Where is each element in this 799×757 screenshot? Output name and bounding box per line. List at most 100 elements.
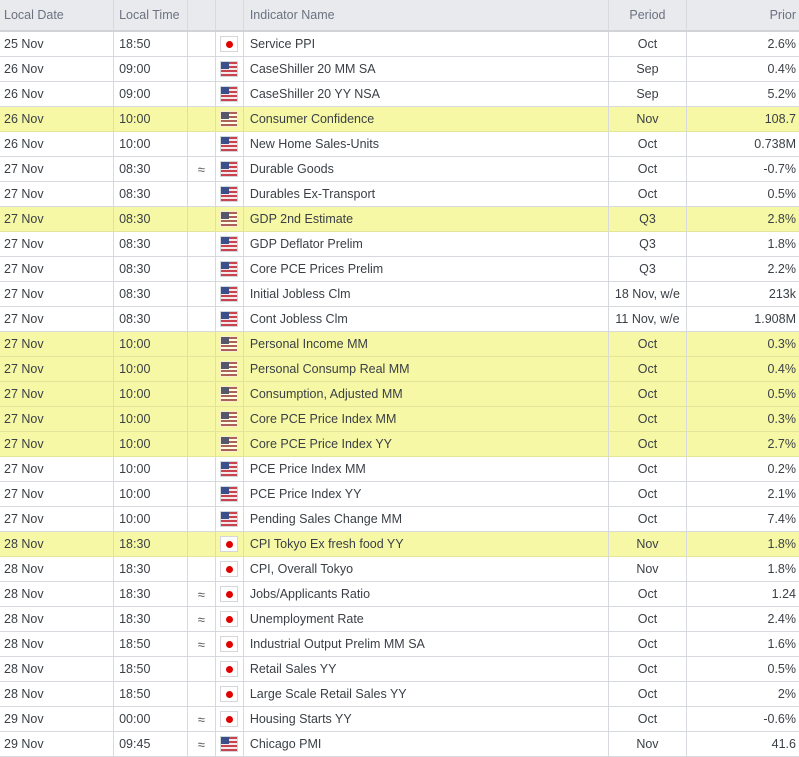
- prior-value-cell: 1.24: [686, 581, 799, 607]
- local-time-cell: 10:00: [113, 406, 188, 432]
- indicator-name-cell: Chicago PMI: [243, 731, 610, 757]
- us-flag-icon: [220, 361, 239, 377]
- table-row[interactable]: 27 Nov 08:30 Initial Jobless Clm 18 Nov,…: [0, 281, 799, 307]
- volatility-icon: [187, 556, 216, 582]
- period-cell: Oct: [608, 631, 687, 657]
- period-cell: Oct: [608, 681, 687, 707]
- country-cell: [215, 556, 244, 582]
- prior-value-cell: 0.2%: [686, 456, 799, 482]
- country-cell: [215, 356, 244, 382]
- country-cell: [215, 306, 244, 332]
- column-header-prior[interactable]: Prior: [686, 0, 799, 32]
- volatility-icon: ≈: [187, 156, 216, 182]
- indicator-name-cell: Core PCE Price Index MM: [243, 406, 610, 432]
- us-flag-icon: [220, 511, 239, 527]
- table-row[interactable]: 28 Nov 18:30 CPI, Overall Tokyo Nov 1.8%: [0, 556, 799, 582]
- table-row[interactable]: 28 Nov 18:30 CPI Tokyo Ex fresh food YY …: [0, 531, 799, 557]
- volatility-icon: ≈: [187, 731, 216, 757]
- prior-value-cell: 1.8%: [686, 531, 799, 557]
- table-row[interactable]: 27 Nov 10:00 Pending Sales Change MM Oct…: [0, 506, 799, 532]
- table-row[interactable]: 28 Nov 18:50 Retail Sales YY Oct 0.5%: [0, 656, 799, 682]
- table-row[interactable]: 28 Nov 18:30 ≈ Unemployment Rate Oct 2.4…: [0, 606, 799, 632]
- indicator-name-cell: GDP Deflator Prelim: [243, 231, 610, 257]
- local-time-cell: 10:00: [113, 431, 188, 457]
- country-cell: [215, 606, 244, 632]
- local-time-cell: 10:00: [113, 381, 188, 407]
- prior-value-cell: 0.738M: [686, 131, 799, 157]
- table-row[interactable]: 26 Nov 10:00 Consumer Confidence Nov 108…: [0, 106, 799, 132]
- table-row[interactable]: 26 Nov 10:00 New Home Sales-Units Oct 0.…: [0, 131, 799, 157]
- country-cell: [215, 506, 244, 532]
- local-time-cell: 18:30: [113, 581, 188, 607]
- period-cell: Oct: [608, 31, 687, 57]
- prior-value-cell: 2.6%: [686, 31, 799, 57]
- us-flag-icon: [220, 136, 239, 152]
- table-row[interactable]: 27 Nov 08:30 Durables Ex-Transport Oct 0…: [0, 181, 799, 207]
- country-cell: [215, 181, 244, 207]
- local-date-cell: 28 Nov: [0, 656, 115, 682]
- column-header-volatility: [187, 0, 216, 32]
- local-time-cell: 09:00: [113, 56, 188, 82]
- prior-value-cell: 213k: [686, 281, 799, 307]
- local-date-cell: 27 Nov: [0, 156, 115, 182]
- volatility-icon: [187, 331, 216, 357]
- column-header-local-time[interactable]: Local Time: [113, 0, 188, 32]
- japan-flag-icon: [220, 561, 239, 577]
- table-row[interactable]: 28 Nov 18:30 ≈ Jobs/Applicants Ratio Oct…: [0, 581, 799, 607]
- table-row[interactable]: 28 Nov 18:50 Large Scale Retail Sales YY…: [0, 681, 799, 707]
- japan-flag-icon: [220, 661, 239, 677]
- country-cell: [215, 381, 244, 407]
- local-date-cell: 27 Nov: [0, 281, 115, 307]
- country-cell: [215, 531, 244, 557]
- period-cell: 11 Nov, w/e: [608, 306, 687, 332]
- local-date-cell: 27 Nov: [0, 456, 115, 482]
- local-date-cell: 26 Nov: [0, 56, 115, 82]
- local-time-cell: 09:45: [113, 731, 188, 757]
- table-row[interactable]: 27 Nov 08:30 Core PCE Prices Prelim Q3 2…: [0, 256, 799, 282]
- table-row[interactable]: 27 Nov 10:00 Consumption, Adjusted MM Oc…: [0, 381, 799, 407]
- local-time-cell: 08:30: [113, 206, 188, 232]
- table-row[interactable]: 25 Nov 18:50 Service PPI Oct 2.6%: [0, 31, 799, 57]
- period-cell: Oct: [608, 331, 687, 357]
- indicator-name-cell: GDP 2nd Estimate: [243, 206, 610, 232]
- local-date-cell: 27 Nov: [0, 206, 115, 232]
- volatility-icon: [187, 306, 216, 332]
- local-time-cell: 08:30: [113, 231, 188, 257]
- column-header-local-date[interactable]: Local Date: [0, 0, 115, 32]
- column-header-indicator-name[interactable]: Indicator Name: [243, 0, 610, 32]
- volatility-icon: [187, 381, 216, 407]
- table-row[interactable]: 29 Nov 09:45 ≈ Chicago PMI Nov 41.6: [0, 731, 799, 757]
- volatility-icon: [187, 81, 216, 107]
- period-cell: Q3: [608, 256, 687, 282]
- table-row[interactable]: 28 Nov 18:50 ≈ Industrial Output Prelim …: [0, 631, 799, 657]
- table-row[interactable]: 27 Nov 08:30 Cont Jobless Clm 11 Nov, w/…: [0, 306, 799, 332]
- table-row[interactable]: 26 Nov 09:00 CaseShiller 20 MM SA Sep 0.…: [0, 56, 799, 82]
- table-row[interactable]: 27 Nov 08:30 GDP 2nd Estimate Q3 2.8%: [0, 206, 799, 232]
- indicator-name-cell: Service PPI: [243, 31, 610, 57]
- us-flag-icon: [220, 61, 239, 77]
- table-row[interactable]: 26 Nov 09:00 CaseShiller 20 YY NSA Sep 5…: [0, 81, 799, 107]
- column-header-period[interactable]: Period: [608, 0, 687, 32]
- table-row[interactable]: 27 Nov 10:00 Core PCE Price Index MM Oct…: [0, 406, 799, 432]
- table-row[interactable]: 27 Nov 08:30 ≈ Durable Goods Oct -0.7%: [0, 156, 799, 182]
- table-row[interactable]: 27 Nov 10:00 Personal Income MM Oct 0.3%: [0, 331, 799, 357]
- header-row: Local Date Local Time Indicator Name Per…: [0, 0, 799, 32]
- table-row[interactable]: 27 Nov 10:00 PCE Price Index MM Oct 0.2%: [0, 456, 799, 482]
- table-row[interactable]: 27 Nov 10:00 PCE Price Index YY Oct 2.1%: [0, 481, 799, 507]
- prior-value-cell: 0.5%: [686, 381, 799, 407]
- indicator-name-cell: Durable Goods: [243, 156, 610, 182]
- us-flag-icon: [220, 236, 239, 252]
- prior-value-cell: 0.3%: [686, 406, 799, 432]
- local-time-cell: 08:30: [113, 281, 188, 307]
- table-row[interactable]: 27 Nov 08:30 GDP Deflator Prelim Q3 1.8%: [0, 231, 799, 257]
- table-row[interactable]: 29 Nov 00:00 ≈ Housing Starts YY Oct -0.…: [0, 706, 799, 732]
- local-date-cell: 27 Nov: [0, 331, 115, 357]
- country-cell: [215, 331, 244, 357]
- local-time-cell: 10:00: [113, 106, 188, 132]
- table-row[interactable]: 27 Nov 10:00 Core PCE Price Index YY Oct…: [0, 431, 799, 457]
- table-row[interactable]: 27 Nov 10:00 Personal Consump Real MM Oc…: [0, 356, 799, 382]
- indicator-name-cell: Cont Jobless Clm: [243, 306, 610, 332]
- volatility-icon: [187, 56, 216, 82]
- volatility-icon: [187, 281, 216, 307]
- prior-value-cell: 0.5%: [686, 656, 799, 682]
